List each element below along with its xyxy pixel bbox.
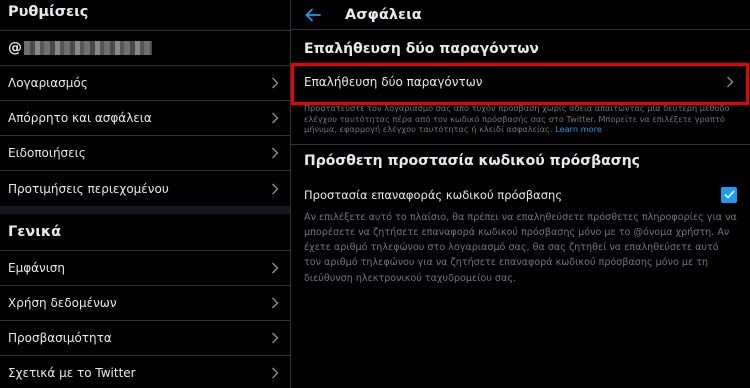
password-protection-section-title: Πρόσθετη προστασία κωδικού πρόσβασης [291,143,750,178]
chevron-right-icon [268,76,282,90]
password-reset-label: Προστασία επαναφοράς κωδικού πρόσβασης [304,187,563,202]
password-reset-protection-row[interactable]: Προστασία επαναφοράς κωδικού πρόσβασης [291,182,750,208]
page-title: Ασφάλεια [345,6,422,23]
sidebar-item-label: Σχετικά με το Twitter [8,366,136,380]
chevron-right-icon [268,111,282,125]
sidebar-item-label: Λογαριασμός [8,76,88,90]
red-highlight-box [291,63,749,105]
learn-more-link[interactable]: Learn more [555,124,602,134]
sidebar-item-label: Εμφάνιση [8,261,66,275]
tfa-section-title: Επαλήθευση δύο παραγόντων [304,41,539,57]
sidebar-item-privacy-security[interactable]: Απόρρητο και ασφάλεια [0,101,290,136]
chevron-right-icon [268,261,282,275]
chevron-right-icon [268,146,282,160]
sidebar-item-display[interactable]: Εμφάνιση [0,251,290,286]
chevron-right-icon [268,182,282,196]
account-handle: @ [0,31,290,65]
chevron-right-icon [268,296,282,310]
sidebar-item-content-preferences[interactable]: Προτιμήσεις περιεχομένου [0,171,290,206]
sidebar-item-label: Προτιμήσεις περιεχομένου [8,181,169,196]
password-reset-checkbox[interactable] [721,186,737,203]
sidebar-item-data-usage[interactable]: Χρήση δεδομένων [0,286,290,321]
blurred-username [24,41,152,55]
settings-sidebar: Ρυθμίσεις @ Λογαριασμός Απόρρητο και ασφ… [0,0,290,388]
sidebar-item-label: Χρήση δεδομένων [8,296,117,310]
section-separator [0,206,290,214]
back-arrow-icon[interactable] [305,7,327,23]
sidebar-item-notifications[interactable]: Ειδοποιήσεις [0,136,290,171]
tfa-help-body: Προστατεύστε τον λογαριασμό σας από τυχό… [304,103,730,134]
checkmark-icon [723,190,735,199]
sidebar-item-label: Προσβασιμότητα [8,331,112,345]
password-reset-description: Αν επιλέξετε αυτό το πλαίσιο, θα πρέπει … [304,211,737,284]
sidebar-item-accessibility[interactable]: Προσβασιμότητα [0,321,290,356]
sidebar-item-about-twitter[interactable]: Σχετικά με το Twitter [0,356,290,388]
security-panel: Ασφάλεια Επαλήθευση δύο παραγόντων Επαλή… [291,0,750,388]
sidebar-item-account[interactable]: Λογαριασμός [0,66,290,101]
general-section-title: Γενικά [0,214,290,251]
settings-title: Ρυθμίσεις [8,4,89,20]
sidebar-item-label: Απόρρητο και ασφάλεια [8,111,152,125]
handle-prefix: @ [8,40,22,56]
chevron-right-icon [268,331,282,345]
sidebar-item-label: Ειδοποιήσεις [8,146,86,160]
panel-header: Ασφάλεια [291,0,750,30]
chevron-right-icon [268,366,282,380]
